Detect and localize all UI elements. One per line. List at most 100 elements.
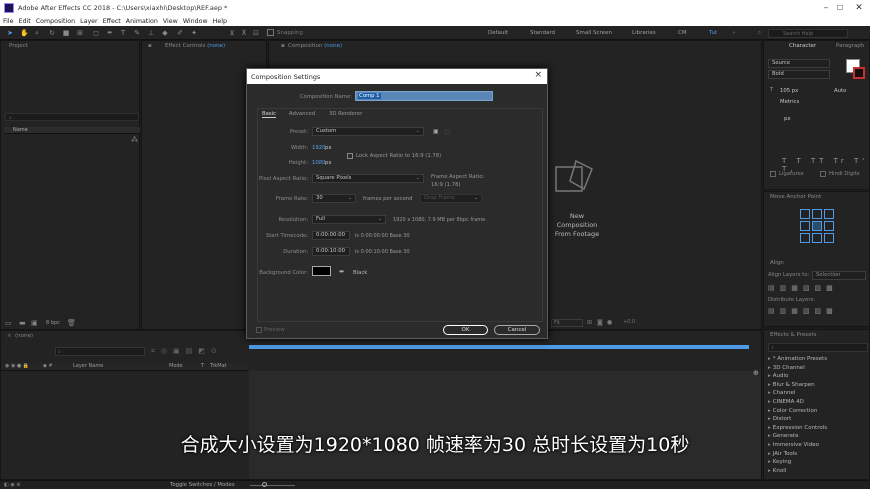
- camera-snapshot-icon[interactable]: ◙: [597, 319, 603, 326]
- project-panel-title[interactable]: Project: [9, 43, 28, 49]
- bpc-label[interactable]: 8 bpc: [46, 320, 60, 326]
- tab-basic[interactable]: Basic: [262, 111, 277, 118]
- hand-tool-icon[interactable]: ✋: [20, 29, 29, 37]
- align-title[interactable]: Align: [770, 260, 784, 266]
- camera-tool-icon[interactable]: ■: [62, 29, 70, 37]
- tracking-value[interactable]: Metrics: [780, 99, 799, 105]
- flowchart-icon[interactable]: ⁂: [131, 136, 138, 144]
- preview-checkbox[interactable]: [256, 327, 262, 333]
- local-axis-icon[interactable]: ⊻: [228, 29, 236, 37]
- ligatures-checkbox[interactable]: [770, 171, 776, 177]
- timeline-search-input[interactable]: ⌕: [55, 347, 145, 356]
- list-item[interactable]: ▸ * Animation Presets: [768, 356, 827, 365]
- mask-tool-icon[interactable]: ◻: [92, 29, 100, 37]
- resolution-dropdown[interactable]: Full ⌄: [312, 215, 386, 224]
- stroke-color-swatch[interactable]: [853, 67, 865, 79]
- list-item[interactable]: ▸ Audio: [768, 373, 827, 382]
- brush-tool-icon[interactable]: ✎: [133, 29, 141, 37]
- pan-behind-tool-icon[interactable]: ⊞: [76, 29, 84, 37]
- font-family-dropdown[interactable]: Source: [768, 59, 830, 68]
- menu-layer[interactable]: Layer: [80, 18, 98, 25]
- column-layer-name[interactable]: Layer Name: [73, 363, 103, 369]
- background-color-swatch[interactable]: [312, 266, 331, 276]
- exposure-value[interactable]: +0.0: [623, 319, 635, 325]
- menu-window[interactable]: Window: [183, 18, 208, 25]
- frame-rate-input[interactable]: 30 ⌄: [312, 194, 356, 203]
- cancel-button[interactable]: Cancel: [494, 325, 540, 335]
- clone-stamp-tool-icon[interactable]: ⊥: [147, 29, 155, 37]
- new-composition-footage-icon[interactable]: [554, 159, 594, 195]
- type-tool-icon[interactable]: T: [119, 29, 127, 37]
- new-composition-icon[interactable]: ▣: [31, 319, 38, 327]
- label-tag-icon[interactable]: ◆ #: [43, 363, 53, 369]
- list-item[interactable]: ▸ CINEMA 4D: [768, 399, 827, 408]
- leading-value[interactable]: Auto: [834, 88, 846, 94]
- close-window-button[interactable]: ✕: [845, 0, 870, 16]
- list-item[interactable]: ▸ 3D Channel: [768, 365, 827, 374]
- workspace-cm[interactable]: CM: [678, 30, 687, 36]
- project-search-input[interactable]: ⌕: [5, 113, 139, 121]
- column-trkmat[interactable]: TrkMat: [210, 363, 227, 369]
- save-preset-icon[interactable]: ▣: [433, 128, 439, 135]
- delete-icon[interactable]: 🗑: [67, 319, 76, 327]
- effects-search-input[interactable]: ⌕: [768, 343, 868, 352]
- lock-aspect-checkbox[interactable]: [347, 153, 353, 159]
- menu-help[interactable]: Help: [213, 18, 227, 25]
- anchor-top-right[interactable]: [824, 209, 834, 219]
- font-style-dropdown[interactable]: Bold: [768, 70, 830, 79]
- preset-dropdown[interactable]: Custom ⌄: [312, 127, 424, 136]
- search-help-input[interactable]: Search Help: [768, 29, 848, 38]
- tab-advanced[interactable]: Advanced: [289, 111, 315, 117]
- rotate-tool-icon[interactable]: ↻: [48, 29, 56, 37]
- effect-controls-title[interactable]: Effect Controls (none): [165, 43, 225, 49]
- puppet-tool-icon[interactable]: ✦: [190, 29, 198, 37]
- anchor-top-center[interactable]: [812, 209, 822, 219]
- close-tab-icon[interactable]: ×: [7, 333, 12, 339]
- hindi-digits-checkbox[interactable]: [820, 171, 826, 177]
- list-item[interactable]: ▸ Knoll: [768, 468, 827, 477]
- timeline-track-area[interactable]: [249, 371, 761, 479]
- anchor-middle-left[interactable]: [800, 221, 810, 231]
- zoom-slider-handle[interactable]: [262, 482, 267, 487]
- workspace-standard[interactable]: Standard: [530, 30, 555, 36]
- menu-animation[interactable]: Animation: [126, 18, 158, 25]
- align-selection-dropdown[interactable]: Selection: [812, 271, 866, 280]
- view-axis-icon[interactable]: ⊡: [252, 29, 260, 37]
- width-value[interactable]: 1920: [312, 145, 325, 151]
- column-t[interactable]: T: [201, 363, 204, 369]
- list-item[interactable]: ▸ Blur & Sharpen: [768, 382, 827, 391]
- new-folder-icon[interactable]: ▬: [19, 319, 26, 327]
- anchor-middle-right[interactable]: [824, 221, 834, 231]
- selection-tool-icon[interactable]: ➤: [6, 29, 14, 37]
- resolution-dropdown[interactable]: Fit: [551, 319, 583, 327]
- roto-brush-tool-icon[interactable]: ✐: [176, 29, 184, 37]
- av-switch-icons[interactable]: ◉ ◉ ● 🔒: [5, 363, 29, 369]
- toggle-switches-modes[interactable]: Toggle Switches / Modes: [170, 482, 235, 488]
- menu-edit[interactable]: Edit: [19, 18, 31, 25]
- column-name-header[interactable]: Name: [13, 127, 28, 133]
- comp-button-icon[interactable]: ⊕: [753, 369, 759, 377]
- indent-value[interactable]: px: [784, 116, 791, 122]
- character-tab[interactable]: Character: [789, 43, 816, 49]
- pen-tool-icon[interactable]: ✒: [106, 29, 114, 37]
- distribute-buttons[interactable]: ▤▥▦▧▨▩: [768, 307, 838, 315]
- snapping-checkbox[interactable]: [267, 29, 274, 36]
- menu-view[interactable]: View: [163, 18, 178, 25]
- workspace-small-screen[interactable]: Small Screen: [576, 30, 612, 36]
- duration-input[interactable]: 0:00:10:00: [312, 247, 350, 256]
- workspace-tut[interactable]: Tut: [709, 30, 717, 36]
- workspace-default[interactable]: Default: [488, 30, 508, 36]
- eraser-tool-icon[interactable]: ◆: [161, 29, 169, 37]
- anchor-bottom-center[interactable]: [812, 233, 822, 243]
- grid-icon[interactable]: ⊞: [587, 319, 592, 326]
- list-item[interactable]: ▸ Color Correction: [768, 408, 827, 417]
- paragraph-tab[interactable]: Paragraph: [836, 43, 864, 49]
- start-timecode-input[interactable]: 0:00:00:00: [312, 231, 350, 240]
- anchor-bottom-left[interactable]: [800, 233, 810, 243]
- color-channel-icon[interactable]: ●: [607, 319, 612, 326]
- par-dropdown[interactable]: Square Pixels ⌄: [312, 174, 424, 183]
- anchor-bottom-right[interactable]: [824, 233, 834, 243]
- anchor-center[interactable]: [812, 221, 822, 231]
- panel-lock-icon[interactable]: ▪: [281, 43, 285, 49]
- workspace-overflow-icon[interactable]: »: [732, 30, 735, 36]
